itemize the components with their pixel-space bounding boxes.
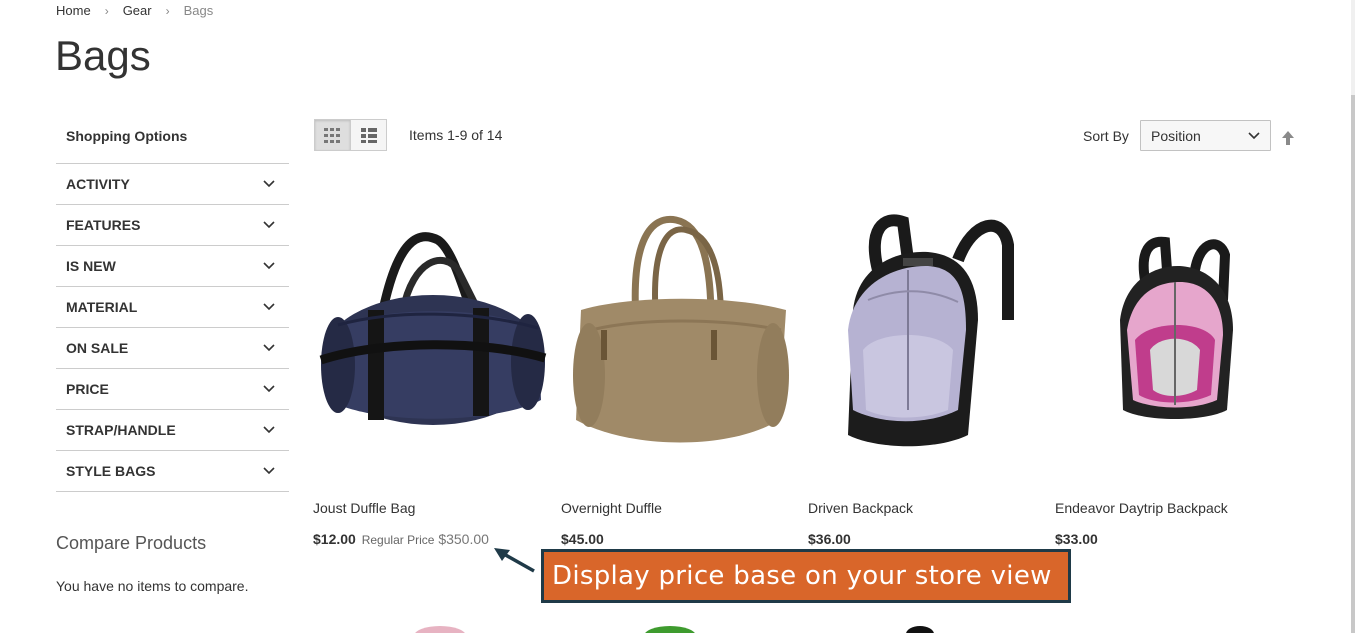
compare-products-title: Compare Products: [56, 533, 207, 553]
product-item[interactable]: Endeavor Daytrip Backpack $33.00: [1055, 210, 1290, 547]
shopping-options-heading: Shopping Options: [56, 118, 289, 164]
backpack-image: [848, 214, 1014, 447]
next-product-image-peek: [906, 626, 934, 633]
sort-by-select[interactable]: Position: [1140, 120, 1271, 151]
filter-label: ON SALE: [66, 340, 129, 356]
filter-material[interactable]: MATERIAL: [56, 287, 289, 328]
chevron-down-icon: [263, 426, 275, 434]
final-price: $45.00: [561, 531, 604, 547]
product-image[interactable]: [561, 210, 796, 480]
product-price: $33.00: [1055, 531, 1098, 547]
product-item[interactable]: Joust Duffle Bag $12.00 Regular Price $3…: [313, 210, 548, 547]
final-price: $36.00: [808, 531, 851, 547]
filter-style-bags[interactable]: STYLE BAGS: [56, 451, 289, 492]
filter-label: ACTIVITY: [66, 176, 130, 192]
scrollbar-thumb[interactable]: [1351, 95, 1355, 633]
chevron-down-icon: [263, 262, 275, 270]
grid-view-button[interactable]: [314, 119, 351, 151]
breadcrumb-separator-icon: ›: [104, 3, 109, 18]
filter-strap-handle[interactable]: STRAP/HANDLE: [56, 410, 289, 451]
product-image[interactable]: [1055, 210, 1290, 480]
sidebar-filters: Shopping Options ACTIVITY FEATURES IS NE…: [56, 118, 289, 492]
filter-label: MATERIAL: [66, 299, 138, 315]
chevron-down-icon: [263, 467, 275, 475]
filter-label: IS NEW: [66, 258, 116, 274]
list-icon: [360, 127, 377, 143]
sort-by-label: Sort By: [1083, 128, 1129, 144]
chevron-down-icon: [263, 180, 275, 188]
list-view-button[interactable]: [350, 119, 387, 151]
chevron-down-icon: [1248, 132, 1260, 140]
chevron-down-icon: [263, 221, 275, 229]
breadcrumb-current: Bags: [183, 3, 214, 18]
duffle-bag-image: [573, 215, 789, 443]
filter-features[interactable]: FEATURES: [56, 205, 289, 246]
filter-label: STYLE BAGS: [66, 463, 156, 479]
product-name[interactable]: Joust Duffle Bag: [313, 500, 415, 516]
product-price: $45.00: [561, 531, 604, 547]
filter-label: STRAP/HANDLE: [66, 422, 176, 438]
filter-label: PRICE: [66, 381, 109, 397]
product-price: $36.00: [808, 531, 851, 547]
filter-price[interactable]: PRICE: [56, 369, 289, 410]
chevron-down-icon: [263, 344, 275, 352]
filter-label: FEATURES: [66, 217, 141, 233]
chevron-down-icon: [263, 303, 275, 311]
final-price: $12.00: [313, 531, 356, 547]
regular-price-label: Regular Price: [361, 533, 435, 547]
backpack-image: [1120, 236, 1233, 419]
annotation-callout: Display price base on your store view: [541, 549, 1071, 603]
breadcrumb-gear[interactable]: Gear: [123, 3, 152, 18]
product-item[interactable]: Overnight Duffle $45.00: [561, 210, 796, 547]
grid-icon: [324, 127, 340, 143]
product-name[interactable]: Overnight Duffle: [561, 500, 662, 516]
filter-on-sale[interactable]: ON SALE: [56, 328, 289, 369]
breadcrumb: Home › Gear › Bags: [56, 3, 213, 18]
page-scrollbar[interactable]: [1351, 0, 1355, 633]
product-image[interactable]: [313, 210, 548, 480]
chevron-down-icon: [263, 385, 275, 393]
filter-is-new[interactable]: IS NEW: [56, 246, 289, 287]
next-product-image-peek: [645, 626, 695, 633]
product-item[interactable]: Driven Backpack $36.00: [808, 210, 1043, 547]
filter-activity[interactable]: ACTIVITY: [56, 164, 289, 205]
page-title: Bags: [55, 32, 151, 79]
final-price: $33.00: [1055, 531, 1098, 547]
duffle-bag-image: [319, 232, 547, 425]
sort-by-value: Position: [1151, 128, 1201, 144]
toolbar-item-count: Items 1-9 of 14: [409, 127, 503, 143]
breadcrumb-separator-icon: ›: [165, 3, 170, 18]
compare-empty-message: You have no items to compare.: [56, 578, 249, 594]
sort-direction-arrow-icon[interactable]: [1281, 130, 1295, 146]
view-mode-switcher: [314, 119, 387, 151]
product-name[interactable]: Driven Backpack: [808, 500, 913, 516]
regular-price: $350.00: [438, 531, 489, 547]
product-price: $12.00 Regular Price $350.00: [313, 531, 489, 547]
annotation-arrow-icon: [494, 548, 535, 573]
product-image[interactable]: [808, 210, 1043, 480]
next-product-image-peek: [415, 626, 465, 633]
product-name[interactable]: Endeavor Daytrip Backpack: [1055, 500, 1228, 516]
breadcrumb-home[interactable]: Home: [56, 3, 91, 18]
